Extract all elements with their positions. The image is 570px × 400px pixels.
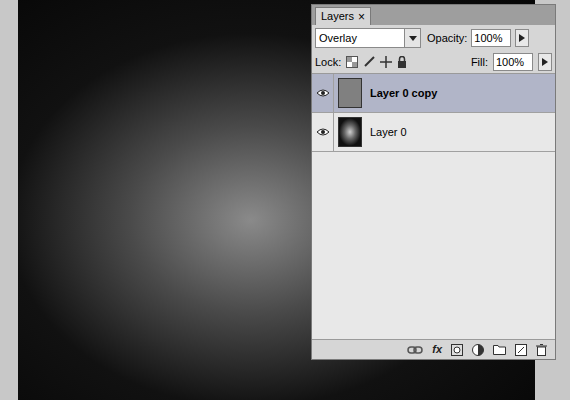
fill-slider-button[interactable] <box>538 53 552 71</box>
lock-label: Lock: <box>315 54 341 71</box>
blend-row: Overlay Opacity:100% <box>312 25 555 51</box>
screen: Layers×OverlayOpacity:100%Lock:Fill:100%… <box>0 0 570 400</box>
lock-all-icon[interactable] <box>397 56 407 68</box>
panel-footer: fx <box>312 339 555 359</box>
layer-thumbnail <box>338 78 362 108</box>
opacity-label: Opacity: <box>427 30 467 47</box>
mask-icon[interactable] <box>451 344 463 356</box>
chevron-down-icon <box>409 36 417 41</box>
layer-name[interactable]: Layer 0 copy <box>370 85 437 102</box>
layer-row[interactable]: Layer 0 <box>312 113 555 152</box>
lock-row: Lock: Fill: 100% <box>312 51 555 74</box>
layers-list: Layer 0 copy Layer 0 <box>312 74 555 339</box>
trash-icon[interactable] <box>536 344 547 356</box>
new-layer-icon[interactable] <box>515 344 527 356</box>
layers-tab[interactable]: Layers× <box>315 7 371 25</box>
layer-row[interactable]: Layer 0 copy <box>312 74 555 113</box>
lock-brush-icon[interactable] <box>363 56 375 68</box>
eye-icon[interactable] <box>316 88 330 98</box>
opacity-slider-button[interactable] <box>515 29 529 47</box>
visibility-cell[interactable] <box>312 74 334 112</box>
layers-panel: Layers×OverlayOpacity:100%Lock:Fill:100%… <box>311 4 556 360</box>
lock-transparent-icon[interactable] <box>346 56 358 68</box>
fill-input[interactable]: 100% <box>493 53 533 71</box>
opacity-input[interactable]: 100% <box>471 29 511 47</box>
fill-label: Fill: <box>471 54 488 71</box>
eye-icon[interactable] <box>316 127 330 137</box>
triangle-icon <box>519 34 525 42</box>
fx-button[interactable]: fx <box>432 341 442 358</box>
dropdown-button[interactable] <box>404 29 420 47</box>
close-tab-button[interactable]: × <box>358 11 365 23</box>
layer-name[interactable]: Layer 0 <box>370 124 407 141</box>
link-icon[interactable] <box>407 346 423 354</box>
adjustment-icon[interactable] <box>472 344 484 356</box>
visibility-cell[interactable] <box>312 113 334 151</box>
layer-thumbnail <box>338 117 362 147</box>
folder-icon[interactable] <box>493 344 506 355</box>
panel-header: Layers× <box>312 5 555 25</box>
triangle-icon <box>542 58 548 66</box>
lock-move-icon[interactable] <box>380 56 392 68</box>
blend-mode-select[interactable]: Overlay <box>315 28 421 48</box>
canvas-margin <box>0 0 18 400</box>
